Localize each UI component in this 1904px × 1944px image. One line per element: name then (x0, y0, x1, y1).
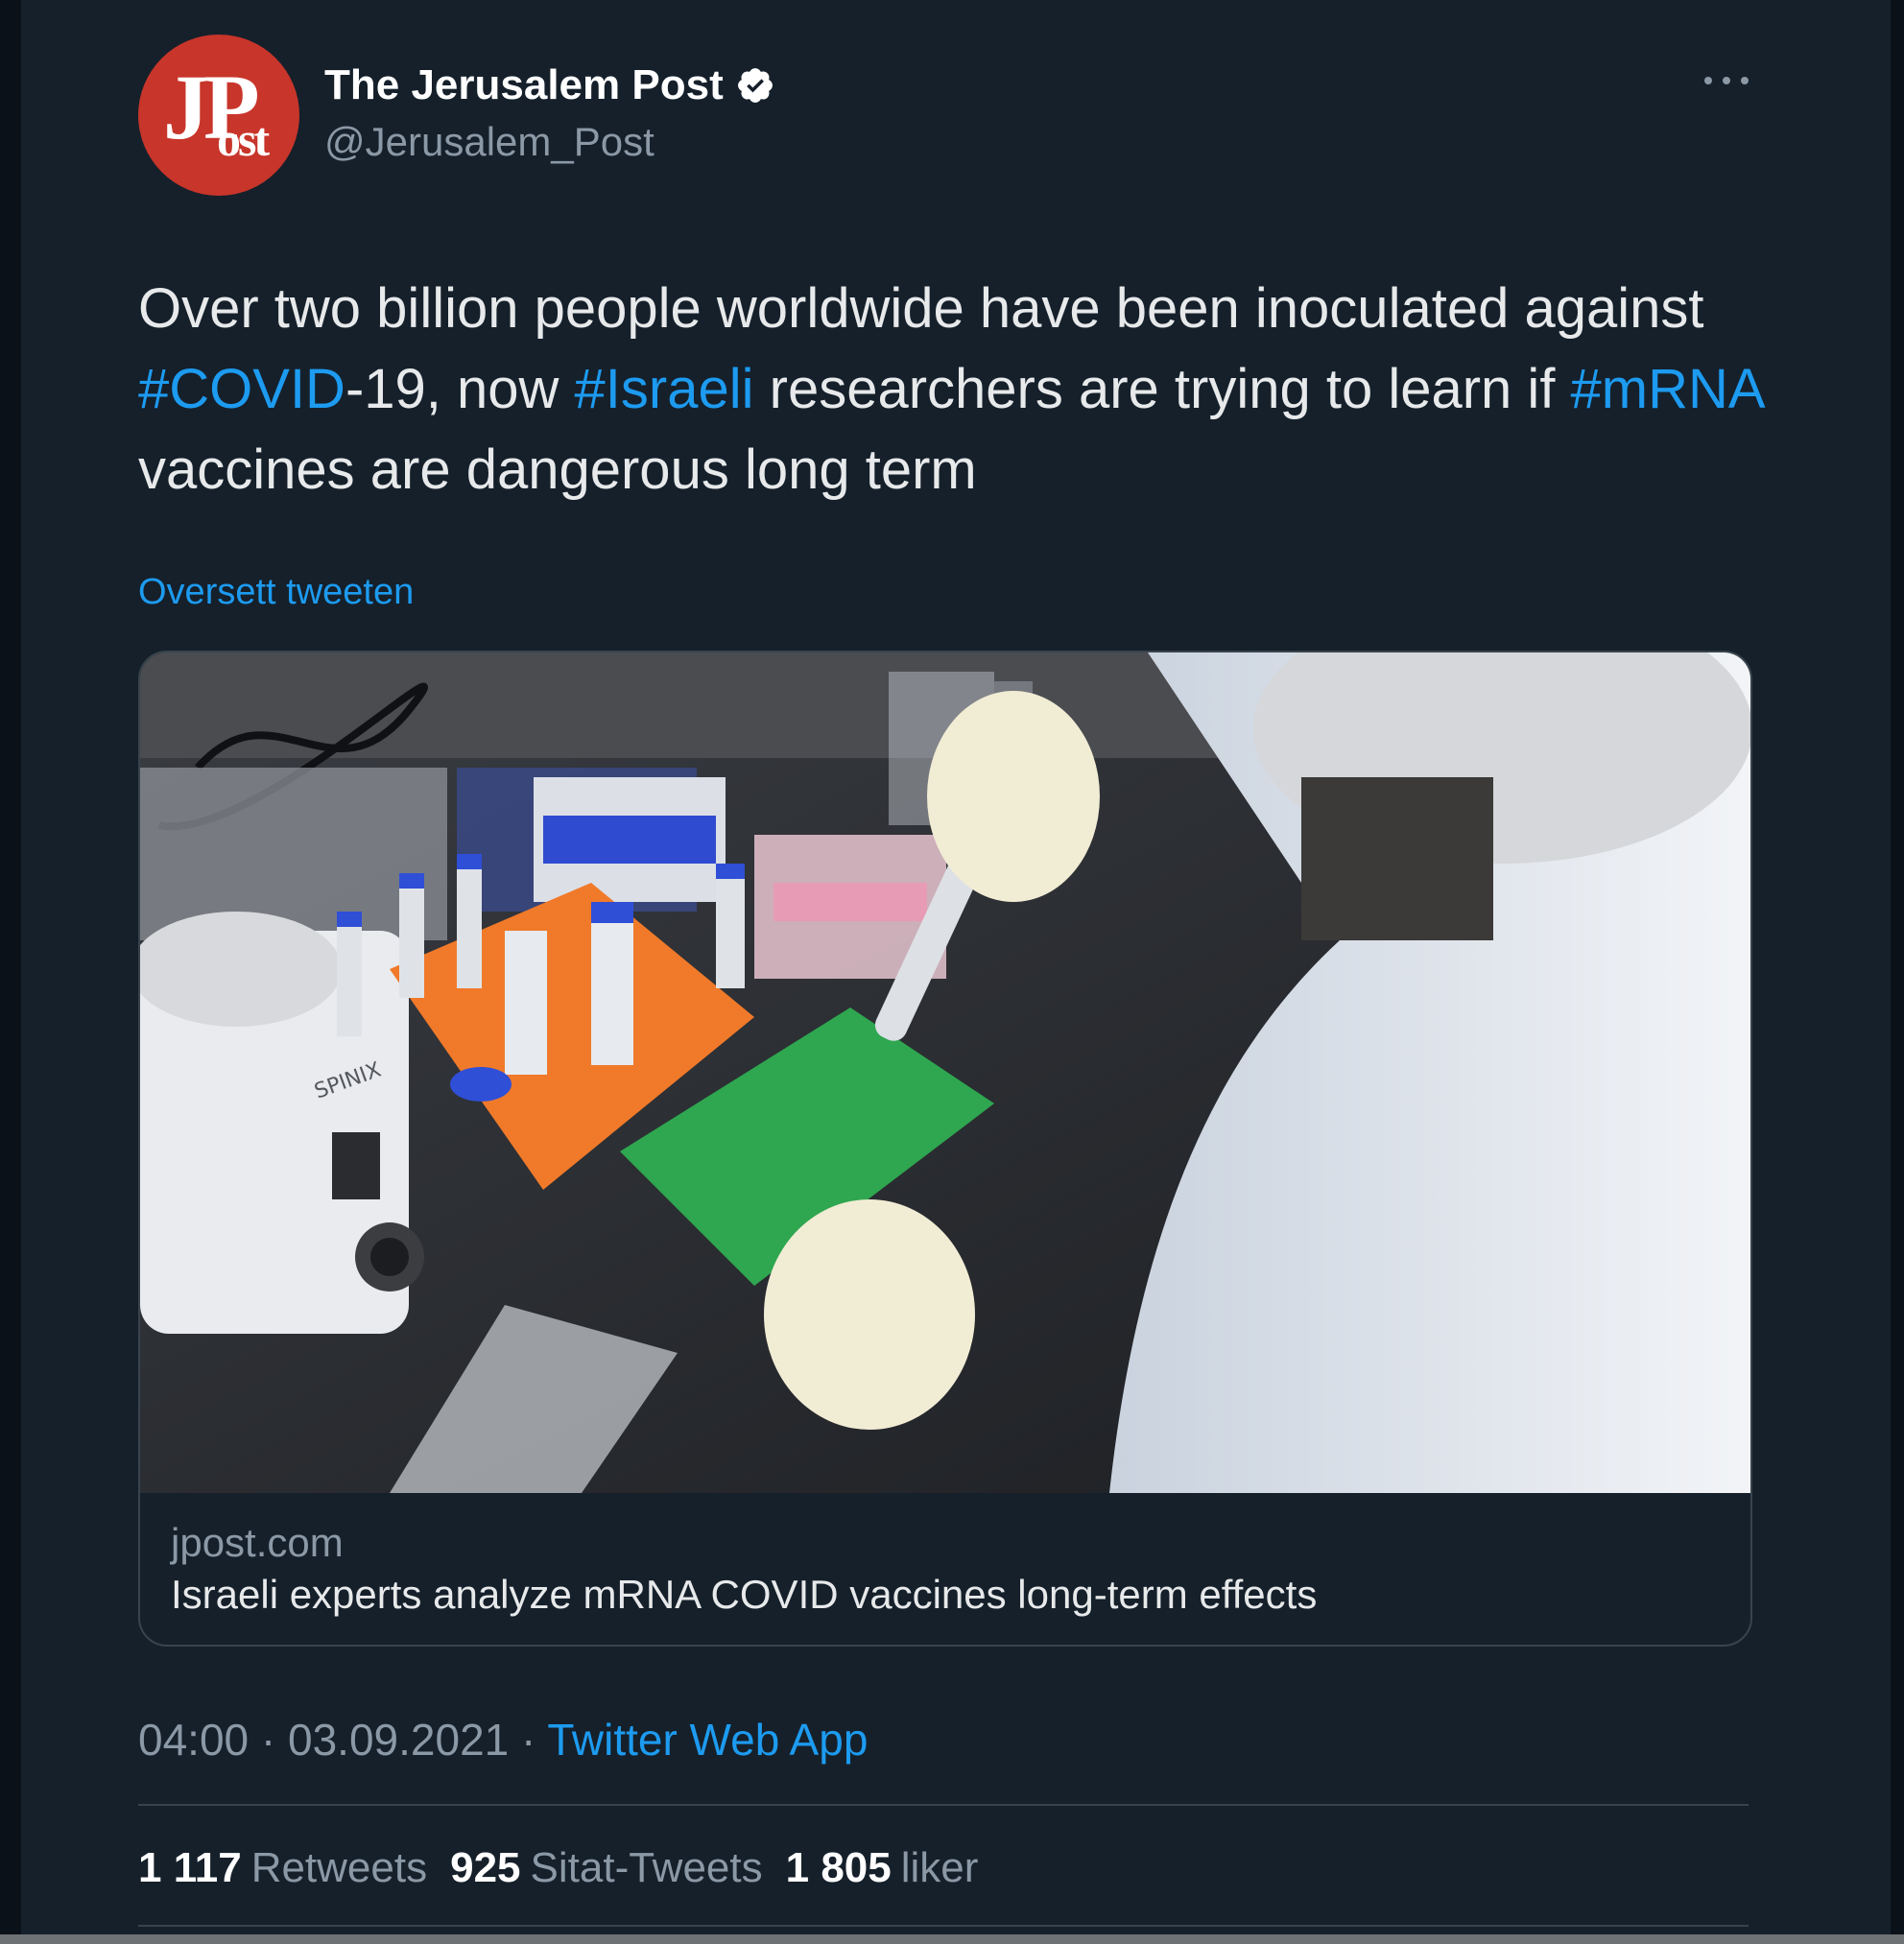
tweet-meta: 04:00 · 03.09.2021 · Twitter Web App (138, 1714, 868, 1766)
right-border (1891, 0, 1904, 1944)
quote-tweets-label: Sitat-Tweets (530, 1844, 763, 1891)
retweets-label: Retweets (250, 1844, 428, 1891)
tweet-date[interactable]: 03.09.2021 (288, 1715, 509, 1765)
translate-tweet-link[interactable]: Oversett tweeten (138, 572, 414, 613)
card-title[interactable]: Israeli experts analyze mRNA COVID vacci… (171, 1572, 1317, 1618)
tweet-time[interactable]: 04:00 (138, 1715, 249, 1765)
tweet-text-part: -19, now (345, 358, 575, 420)
display-name-row[interactable]: The Jerusalem Post (324, 61, 775, 109)
tweet-text-part: researchers are trying to learn if (753, 358, 1571, 420)
bottom-strip (0, 1934, 1904, 1944)
card-domain: jpost.com (171, 1520, 344, 1565)
left-border (0, 0, 21, 1944)
link-card[interactable]: SPINIX jpost.com Israeli experts analyze… (138, 651, 1752, 1647)
display-name[interactable]: The Jerusalem Post (324, 61, 724, 109)
hashtag-covid-link[interactable]: #COVID (138, 358, 345, 420)
divider (138, 1804, 1749, 1806)
handle[interactable]: @Jerusalem_Post (324, 119, 654, 165)
avatar-logo-text-small: ost (217, 112, 270, 166)
verified-badge-icon (737, 68, 773, 103)
retweets-stat[interactable]: 1 117 Retweets (138, 1844, 427, 1892)
more-options-icon[interactable] (1704, 73, 1749, 88)
engagement-stats: 1 117 Retweets 925 Sitat-Tweets 1 805 liker (138, 1844, 978, 1892)
tweet-detail: JP ost The Jerusalem Post @Jerusalem_Pos… (0, 0, 1904, 1944)
tweet-source-link[interactable]: Twitter Web App (547, 1715, 868, 1765)
tweet-text-part: vaccines are dangerous long term (138, 439, 977, 501)
avatar[interactable]: JP ost (138, 35, 299, 196)
likes-stat[interactable]: 1 805 liker (786, 1844, 979, 1892)
tweet-text-part: Over two billion people worldwide have b… (138, 277, 1704, 340)
card-image[interactable]: SPINIX (140, 652, 1750, 1493)
quote-tweets-stat[interactable]: 925 Sitat-Tweets (450, 1844, 763, 1892)
meta-separator: · (509, 1715, 548, 1765)
meta-separator: · (249, 1715, 289, 1765)
quote-tweets-count: 925 (450, 1844, 521, 1891)
divider (138, 1925, 1749, 1927)
hashtag-mrna-link[interactable]: #mRNA (1571, 358, 1763, 420)
retweets-count: 1 117 (138, 1844, 242, 1891)
likes-count: 1 805 (785, 1844, 892, 1891)
tweet-text: Over two billion people worldwide have b… (138, 269, 1789, 510)
hashtag-israeli-link[interactable]: #Israeli (575, 358, 754, 420)
likes-label: liker (900, 1844, 979, 1891)
